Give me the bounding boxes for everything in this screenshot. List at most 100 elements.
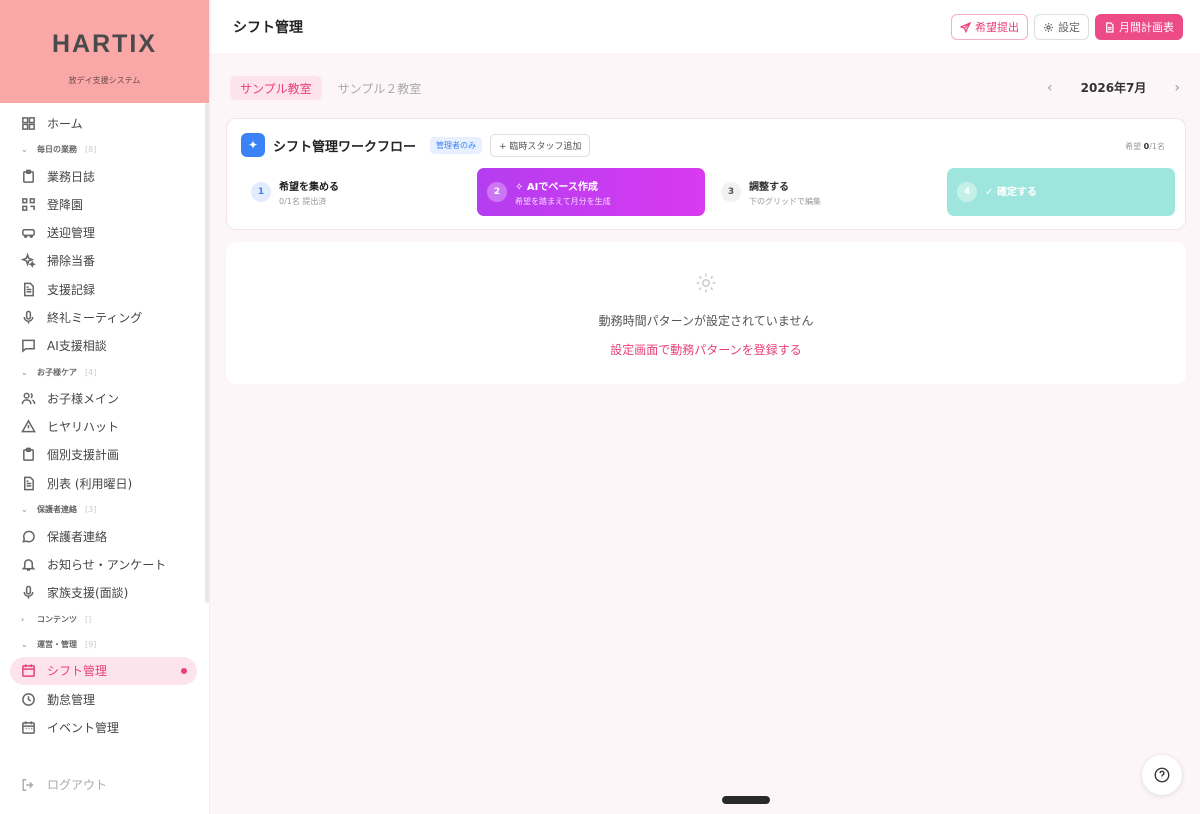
sidebar-item-support-record[interactable]: 支援記録 <box>0 275 209 303</box>
step-subtitle: 希望を踏まえて月分を生成 <box>515 196 611 206</box>
workflow-steps: 1 希望を集める 0/1名 提出済 2 ✧ AIでベース作成 希望を踏まえて月分… <box>241 168 1175 216</box>
sidebar-item-individual-plan[interactable]: 個別支援計画 <box>0 441 209 469</box>
empty-state-message: 動務時間パターンが設定されていません <box>598 314 814 328</box>
step-title: ✧ AIでベース作成 <box>515 178 611 193</box>
grid-icon <box>22 116 35 130</box>
hope-count-prefix: 希望 <box>1125 142 1142 151</box>
document-icon <box>1106 21 1114 33</box>
message-square-icon <box>22 339 35 353</box>
sparkles-icon <box>21 253 36 269</box>
qr-code-icon <box>22 198 35 211</box>
bell-icon <box>21 559 36 571</box>
workflow-step-collect[interactable]: 1 希望を集める 0/1名 提出済 <box>241 168 471 216</box>
workflow-header: ✦ シフト管理ワークフロー 管理者のみ + 臨時スタッフ追加 <box>241 133 591 157</box>
chevron-left-icon[interactable]: ‹ <box>1047 80 1053 96</box>
sidebar-item-notices[interactable]: お知らせ・アンケート <box>0 550 209 578</box>
message-circle-icon <box>22 530 35 543</box>
sidebar-group-contents[interactable]: › コンテンツ [] <box>0 607 209 632</box>
tab-sample-classroom[interactable]: サンプル教室 <box>230 76 322 100</box>
workflow-step-adjust[interactable]: 3 調整する 下のグリッドで編集 <box>711 168 941 216</box>
chevron-down-icon: ⌄ <box>21 505 28 515</box>
chevron-right-icon: › <box>21 614 25 624</box>
brand-header: HARTIX 放デイ支援システム <box>0 0 209 103</box>
add-temp-staff-button[interactable]: + 臨時スタッフ追加 <box>490 133 591 157</box>
button-label: 月間計画表 <box>1119 21 1174 34</box>
logout-label: ログアウト <box>47 778 108 792</box>
sidebar-item-label: 終礼ミーティング <box>47 310 143 325</box>
sidebar-item-label: お子様メイン <box>47 392 120 407</box>
hope-count: 希望 0/1名 <box>1125 141 1165 152</box>
group-label: 運営・管理 <box>37 639 77 649</box>
group-count: [9] <box>85 639 97 649</box>
sidebar-item-family-support[interactable]: 家族支援(面談) <box>0 579 209 607</box>
sidebar-item-label: 別表 (利用曜日) <box>47 476 133 491</box>
workflow-step-ai-base[interactable]: 2 ✧ AIでベース作成 希望を踏まえて月分を生成 <box>477 168 705 216</box>
group-label: お子様ケア <box>37 367 77 377</box>
car-icon <box>22 229 35 239</box>
warning-triangle-icon <box>21 419 36 433</box>
sidebar-item-label: 個別支援計画 <box>47 448 120 463</box>
chevron-right-icon[interactable]: › <box>1174 80 1180 96</box>
step-number: 1 <box>251 182 271 202</box>
sidebar-item-ai-consult[interactable]: AI支援相談 <box>0 331 209 359</box>
sidebar-item-usage-days[interactable]: 別表 (利用曜日) <box>0 469 209 497</box>
gear-icon <box>1044 22 1053 32</box>
active-indicator-dot <box>181 667 187 674</box>
chevron-down-icon: ⌄ <box>21 145 28 155</box>
sidebar-item-label: 業務日誌 <box>47 169 96 184</box>
submit-hope-button[interactable]: 希望提出 <box>951 14 1028 40</box>
home-indicator[interactable] <box>722 796 770 804</box>
sidebar-item-guardian-contact[interactable]: 保護者連絡 <box>0 522 209 550</box>
sidebar-item-transport[interactable]: 送迎管理 <box>0 219 209 247</box>
group-count: [] <box>85 614 92 624</box>
sidebar-item-label: イベント管理 <box>47 720 120 735</box>
hope-count-suffix: /1名 <box>1149 142 1165 151</box>
step-title-text: AIでベース作成 <box>526 181 598 193</box>
sidebar-item-events[interactable]: イベント管理 <box>0 713 209 741</box>
sidebar-item-label: 支援記録 <box>47 282 96 297</box>
monthly-plan-button[interactable]: 月間計画表 <box>1095 14 1183 40</box>
sidebar-item-label: 保護者連絡 <box>47 529 108 544</box>
workflow-step-confirm[interactable]: 4 ✓ 確定する <box>947 168 1175 216</box>
sidebar-item-cleaning[interactable]: 掃除当番 <box>0 247 209 275</box>
sidebar-item-shift[interactable]: シフト管理 <box>10 656 197 685</box>
sidebar-group-daily[interactable]: ⌄ 毎日の業務 [8] <box>0 137 209 162</box>
sidebar-group-child-care[interactable]: ⌄ お子様ケア [4] <box>0 360 209 385</box>
clipboard-icon <box>23 169 34 183</box>
step-title-text: 確定する <box>996 187 1037 198</box>
sidebar-item-label: お知らせ・アンケート <box>47 558 167 573</box>
sidebar-item-near-miss[interactable]: ヒヤリハット <box>0 413 209 441</box>
sidebar-item-label: 送迎管理 <box>47 226 96 241</box>
sidebar-item-attendance-check[interactable]: 登降園 <box>0 190 209 218</box>
sidebar-item-label: AI支援相談 <box>47 338 107 353</box>
group-count: [3] <box>85 505 97 515</box>
main-content: シフト管理 希望提出 設定 月間計画表 サンプル教室 サンプル２教室 ‹ 202… <box>211 0 1200 814</box>
group-label: コンテンツ <box>37 614 77 624</box>
help-button[interactable] <box>1142 755 1182 795</box>
logout-button[interactable]: ログアウト <box>21 776 107 793</box>
sidebar-item-child-main[interactable]: お子様メイン <box>0 385 209 413</box>
step-number: 2 <box>487 182 507 202</box>
step-title: 調整する <box>749 181 789 193</box>
button-label: 設定 <box>1058 21 1080 34</box>
page-title: シフト管理 <box>233 19 303 36</box>
register-pattern-link[interactable]: 設定画面で動務パターンを登録する <box>226 341 1186 358</box>
sidebar-item-label: 家族支援(面談) <box>47 586 129 601</box>
calendar-icon <box>22 664 35 678</box>
sidebar-item-label: 勤怠管理 <box>47 692 96 707</box>
clock-icon <box>22 692 35 706</box>
sidebar-item-closing-meeting[interactable]: 終礼ミーティング <box>0 303 209 331</box>
sidebar-item-timecard[interactable]: 勤怠管理 <box>0 685 209 713</box>
group-label: 毎日の業務 <box>37 145 77 155</box>
logout-icon <box>22 778 34 791</box>
sidebar-group-operations[interactable]: ⌄ 運営・管理 [9] <box>0 632 209 657</box>
chevron-down-icon: ⌄ <box>21 639 28 649</box>
step-number: 3 <box>721 182 741 202</box>
step-title: ✓ 確定する <box>985 183 1037 198</box>
sidebar-group-guardian[interactable]: ⌄ 保護者連絡 [3] <box>0 497 209 522</box>
microphone-icon <box>23 310 34 324</box>
sidebar-item-work-log[interactable]: 業務日誌 <box>0 162 209 190</box>
sidebar-item-home[interactable]: ホーム <box>0 109 209 137</box>
settings-button[interactable]: 設定 <box>1034 14 1089 40</box>
tab-sample-classroom-2[interactable]: サンプル２教室 <box>328 76 432 100</box>
